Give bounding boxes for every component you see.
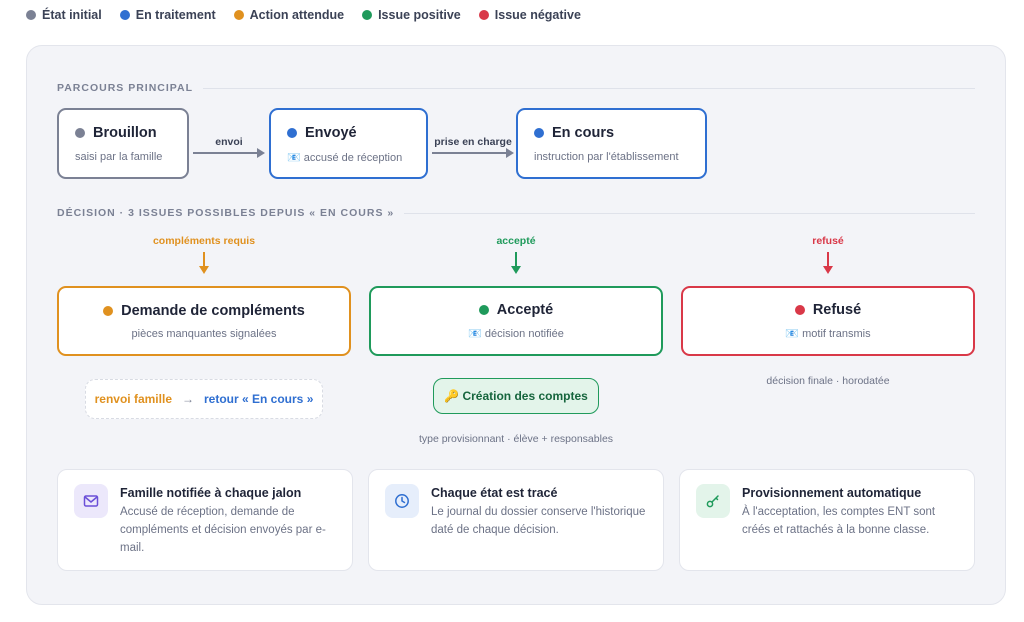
loop-arrow-icon: → xyxy=(182,392,194,406)
section-title-text: DÉCISION · 3 ISSUES POSSIBLES DEPUIS « E… xyxy=(57,207,395,219)
node-title: Demande de compléments xyxy=(103,303,305,319)
card-body: Famille notifiée à chaque jalon Accusé d… xyxy=(120,484,336,556)
node-subtitle: 📧 motif transmis xyxy=(785,328,871,340)
node-title: En cours xyxy=(534,125,705,141)
trigger-label-refuse: refusé xyxy=(812,235,844,247)
card-title: Chaque état est tracé xyxy=(431,486,558,500)
card-title: Provisionnement automatique xyxy=(742,486,922,500)
node-en-cours[interactable]: En cours instruction par l'établissement xyxy=(516,108,707,179)
legend-item-processing: En traitement xyxy=(119,8,216,22)
legend-label: En traitement xyxy=(135,8,216,22)
status-dot xyxy=(534,128,544,138)
status-dot xyxy=(103,305,114,316)
legend-dot xyxy=(478,10,489,20)
node-refuse[interactable]: Refusé 📧 motif transmis xyxy=(681,286,975,356)
status-dot xyxy=(75,128,85,138)
node-subtitle: saisi par la famille xyxy=(75,151,163,163)
section-rule xyxy=(404,212,975,214)
card-title: Famille notifiée à chaque jalon xyxy=(120,486,302,500)
arrow-refuse xyxy=(823,252,833,274)
node-brouillon[interactable]: Brouillon saisi par la famille xyxy=(57,108,189,179)
legend-dot xyxy=(362,10,373,20)
trigger-label-accepte: accepté xyxy=(496,235,536,247)
accounts-label: 🔑 Création des comptes xyxy=(444,389,588,403)
clock-icon xyxy=(385,484,419,518)
section-title-main: PARCOURS PRINCIPAL xyxy=(57,82,975,94)
node-title-text: Refusé xyxy=(812,302,862,318)
node-accepte[interactable]: Accepté 📧 décision notifiée xyxy=(369,286,663,356)
node-subtitle: instruction par l'établissement xyxy=(534,151,679,163)
status-dot xyxy=(287,128,297,138)
node-title-text: Envoyé xyxy=(305,125,357,141)
arrow-prise-en-charge xyxy=(432,148,514,158)
card-description: Le journal du dossier conserve l'histori… xyxy=(431,506,646,536)
card-description: À l'acceptation, les comptes ENT sont cr… xyxy=(742,506,936,536)
node-title-text: Accepté xyxy=(496,302,554,318)
node-subtitle: pièces manquantes signalées xyxy=(131,327,277,340)
card-body: Chaque état est tracé Le journal du doss… xyxy=(431,484,647,556)
legend-item-initial: État initial xyxy=(26,8,102,22)
arrow-accepte xyxy=(511,252,521,274)
section-rule xyxy=(203,87,975,89)
key-icon xyxy=(696,484,730,518)
legend-dot xyxy=(233,10,244,20)
node-envoye[interactable]: Envoyé 📧 accusé de réception xyxy=(269,108,428,179)
card-body: Provisionnement automatique À l'acceptat… xyxy=(742,484,958,556)
arrow-complements xyxy=(199,252,209,274)
status-dot xyxy=(478,305,489,315)
edge-label-prise-en-charge: prise en charge xyxy=(434,136,512,148)
node-title: Brouillon xyxy=(75,125,187,141)
card-tracking: Chaque état est tracé Le journal du doss… xyxy=(368,469,664,571)
legend-label: État initial xyxy=(42,8,102,22)
legend-item-action: Action attendue xyxy=(233,8,345,22)
card-description: Accusé de réception, demande de compléme… xyxy=(120,506,326,554)
legend: État initial En traitement Action attend… xyxy=(26,8,581,22)
status-dot xyxy=(794,305,805,315)
card-notifications: Famille notifiée à chaque jalon Accusé d… xyxy=(57,469,353,571)
arrow-envoi xyxy=(193,148,265,158)
loop-from: renvoi famille xyxy=(94,392,172,406)
node-subtitle: 📧 accusé de réception xyxy=(287,152,403,164)
node-subtitle: 📧 décision notifiée xyxy=(468,328,564,340)
legend-label: Issue négative xyxy=(494,8,581,22)
section-title-decision: DÉCISION · 3 ISSUES POSSIBLES DEPUIS « E… xyxy=(57,207,975,219)
node-title: Envoyé xyxy=(287,125,426,141)
node-demande-complements[interactable]: Demande de compléments pièces manquantes… xyxy=(57,286,351,356)
workflow-panel: PARCOURS PRINCIPAL Brouillon saisi par l… xyxy=(26,45,1006,605)
legend-label: Issue positive xyxy=(378,8,461,22)
legend-item-positive: Issue positive xyxy=(362,8,461,22)
node-title-text: Demande de compléments xyxy=(121,302,305,319)
mail-icon xyxy=(74,484,108,518)
node-title-text: Brouillon xyxy=(93,125,157,141)
legend-label: Action attendue xyxy=(249,8,345,22)
accounts-creation-pill[interactable]: 🔑 Création des comptes xyxy=(433,378,599,414)
legend-item-negative: Issue négative xyxy=(478,8,581,22)
legend-dot xyxy=(119,10,130,20)
edge-label-envoi: envoi xyxy=(215,136,243,148)
trigger-label-complements: compléments requis xyxy=(152,235,256,247)
legend-dot xyxy=(26,10,36,20)
final-note: décision finale · horodatée xyxy=(766,375,890,387)
card-provisioning: Provisionnement automatique À l'acceptat… xyxy=(679,469,975,571)
loop-to: retour « En cours » xyxy=(204,392,314,406)
loop-pill: renvoi famille → retour « En cours » xyxy=(85,379,323,419)
accounts-note: type provisionnant · élève + responsable… xyxy=(418,433,614,445)
node-title-text: En cours xyxy=(552,125,615,141)
node-title: Refusé xyxy=(794,302,862,318)
node-title: Accepté xyxy=(478,302,554,318)
section-title-text: PARCOURS PRINCIPAL xyxy=(57,82,194,94)
